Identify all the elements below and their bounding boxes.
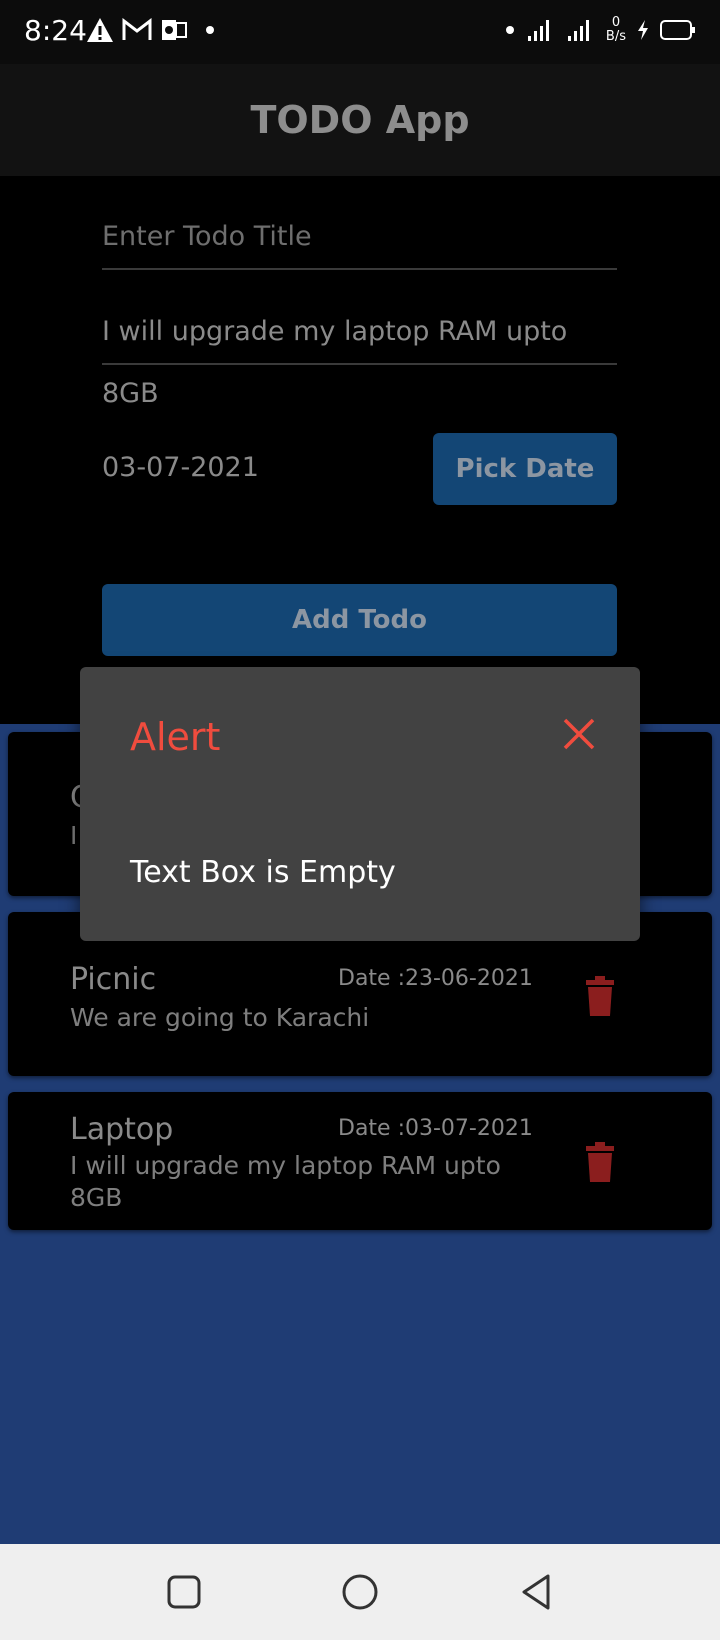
todo-title-input[interactable]: Enter Todo Title bbox=[102, 206, 617, 270]
system-icons: 0 B/s bbox=[504, 16, 696, 44]
todo-title: Picnic bbox=[70, 962, 157, 997]
alert-dialog: Alert Text Box is Empty bbox=[80, 667, 640, 941]
dialog-message: Text Box is Empty bbox=[130, 855, 396, 890]
page-title: TODO App bbox=[250, 98, 470, 142]
netspeed-value: 0 bbox=[611, 15, 621, 30]
signal-icon bbox=[527, 20, 549, 41]
pick-date-button[interactable]: Pick Date bbox=[433, 433, 617, 505]
todo-title: Laptop bbox=[70, 1112, 174, 1147]
outlook-icon bbox=[162, 20, 187, 40]
todo-date: Date :03-07-2021 bbox=[338, 1116, 533, 1141]
notification-icons bbox=[86, 16, 220, 44]
battery-icon bbox=[660, 20, 695, 40]
status-time: 8:24 bbox=[24, 14, 87, 47]
trash-icon[interactable] bbox=[584, 976, 616, 1016]
netspeed-indicator: 0 B/s bbox=[606, 16, 626, 44]
dialog-title: Alert bbox=[130, 715, 221, 759]
todo-form: Enter Todo Title I will upgrade my lapto… bbox=[0, 176, 720, 724]
selected-date: 03-07-2021 bbox=[102, 452, 259, 483]
netspeed-unit: B/s bbox=[605, 29, 626, 44]
dot-icon bbox=[505, 26, 514, 34]
todo-description-input[interactable]: I will upgrade my laptop RAM upto 8GB bbox=[102, 301, 617, 409]
signal-icon bbox=[567, 20, 589, 41]
todo-date: Date :23-06-2021 bbox=[338, 966, 533, 991]
app-bar: TODO App bbox=[0, 64, 720, 176]
todo-description: I will upgrade my laptop RAM upto 8GB bbox=[70, 1151, 501, 1212]
todo-card[interactable]: Laptop Date :03-07-2021 I will upgrade m… bbox=[8, 1092, 712, 1230]
warning-icon bbox=[87, 18, 113, 42]
recents-icon[interactable] bbox=[164, 1572, 204, 1612]
todo-description: We are going to Karachi bbox=[70, 1003, 370, 1032]
back-icon[interactable] bbox=[516, 1572, 556, 1612]
home-icon[interactable] bbox=[340, 1572, 380, 1612]
charging-icon bbox=[638, 20, 648, 40]
status-bar: 8:24 0 B/s bbox=[0, 0, 720, 64]
system-nav-bar bbox=[0, 1544, 720, 1640]
trash-icon[interactable] bbox=[584, 1142, 616, 1182]
dot-icon bbox=[206, 26, 214, 34]
add-todo-button[interactable]: Add Todo bbox=[102, 584, 617, 656]
gmail-icon bbox=[122, 18, 152, 40]
close-icon[interactable] bbox=[562, 717, 596, 751]
